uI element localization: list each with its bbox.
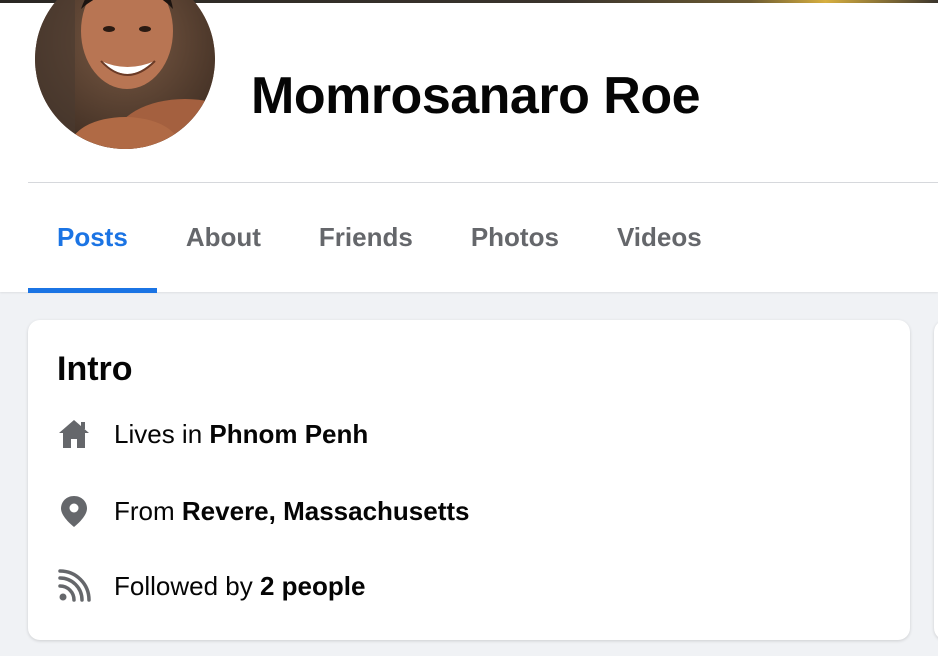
home-icon [57, 417, 91, 451]
avatar-photo [35, 0, 215, 149]
rss-feed-icon [57, 569, 91, 603]
intro-item-lives-in: Lives in Phnom Penh [57, 414, 368, 454]
intro-item-from: From Revere, Massachusetts [57, 491, 470, 531]
profile-avatar[interactable] [35, 0, 215, 149]
profile-tabs: Posts About Friends Photos Videos [28, 183, 731, 293]
intro-title: Intro [57, 350, 133, 388]
adjacent-card [934, 320, 938, 640]
intro-item-prefix: From [114, 495, 175, 526]
intro-item-value[interactable]: Phnom Penh [209, 419, 368, 450]
intro-card: Intro Lives in Phnom Penh From Revere, M… [28, 320, 910, 640]
tab-about[interactable]: About [157, 183, 290, 292]
intro-item-followed-by: Followed by 2 people [57, 566, 365, 606]
intro-item-value[interactable]: 2 people [260, 571, 365, 602]
location-pin-icon [57, 494, 91, 528]
tab-videos[interactable]: Videos [588, 183, 731, 292]
intro-item-value[interactable]: Revere, Massachusetts [182, 496, 470, 527]
intro-item-prefix: Lives in [114, 418, 203, 449]
profile-name: Momrosanaro Roe [251, 67, 701, 125]
tab-posts[interactable]: Posts [28, 183, 157, 293]
tab-photos[interactable]: Photos [442, 183, 588, 292]
tab-friends[interactable]: Friends [290, 183, 442, 292]
profile-header: Momrosanaro Roe Posts About Friends Phot… [0, 0, 938, 293]
intro-item-prefix: Followed by [114, 570, 253, 601]
